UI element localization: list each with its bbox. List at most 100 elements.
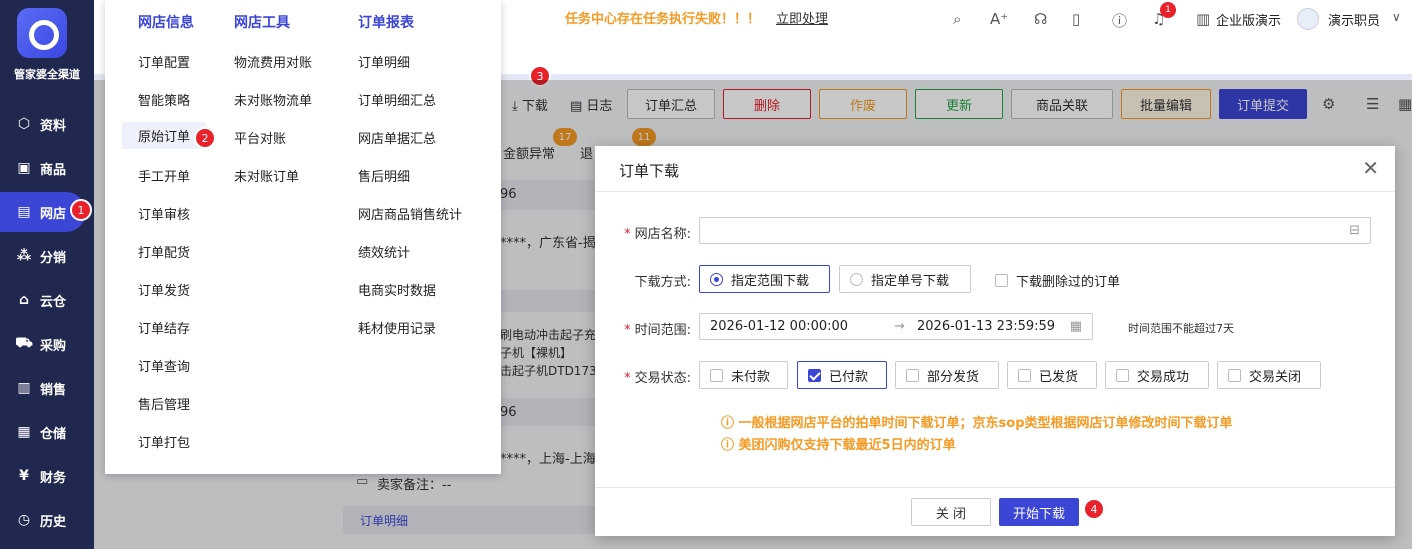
sidebar-item-data[interactable]: ⬡ 资料	[0, 104, 94, 144]
menu-item-order-detail[interactable]: 订单明细	[358, 52, 410, 71]
info-note-2: ⓘ 美团闪购仅支持下载最近5日内的订单	[721, 438, 956, 453]
shop-name-select[interactable]: ⊟	[699, 217, 1371, 244]
shop-name-label: * 网店名称:	[624, 227, 691, 242]
step-badge-2: 2	[194, 127, 216, 149]
menu-item-performance[interactable]: 绩效统计	[358, 242, 410, 261]
checkbox-box	[995, 274, 1008, 287]
radio-number-download[interactable]: 指定单号下载	[839, 265, 971, 293]
task-alert-text: 任务中心存在任务执行失败！！！	[565, 12, 761, 27]
menu-item-shop-doc-summary[interactable]: 网店单据汇总	[358, 128, 436, 147]
step-badge-4: 4	[1083, 498, 1105, 520]
divider	[595, 191, 1395, 192]
menu-item-order-query[interactable]: 订单查询	[138, 356, 190, 375]
menu-item-consumables[interactable]: 耗材使用记录	[358, 318, 436, 337]
sidebar-item-cloud-warehouse[interactable]: ⌂ 云仓	[0, 280, 94, 320]
sidebar-item-history[interactable]: ◷ 历史	[0, 500, 94, 540]
menu-item-smart-strategy[interactable]: 智能策略	[138, 90, 190, 109]
sidebar: 管家婆全渠道 ⬡ 资料 ▣ 商品 ▤ 网店 ⁂ 分销 ⌂ 云仓 ⛟ 采购 ▥ 销售 ▦ 仓储 ¥…	[0, 0, 94, 549]
menu-item-unreconciled-logistics[interactable]: 未对账物流单	[234, 90, 312, 109]
menu-item-order-detail-summary[interactable]: 订单明细汇总	[358, 90, 436, 109]
bar-chart-icon: ▥	[17, 380, 31, 396]
document-icon: ▤	[17, 204, 31, 220]
include-deleted-checkbox[interactable]: 下载删除过的订单	[995, 271, 1120, 290]
chevron-down-icon[interactable]: ∨	[1392, 10, 1401, 24]
search-icon[interactable]: ⌕	[953, 10, 961, 28]
menu-item-order-review[interactable]: 订单审核	[138, 204, 190, 223]
menu-item-shop-product-sales[interactable]: 网店商品销售统计	[358, 204, 462, 223]
clock-icon: ◷	[17, 512, 31, 528]
checkbox-box	[1018, 368, 1031, 382]
menu-item-manual-order[interactable]: 手工开单	[138, 166, 190, 185]
menu-item-after-sales-detail[interactable]: 售后明细	[358, 166, 410, 185]
status-closed-checkbox[interactable]: 交易关闭	[1217, 361, 1321, 389]
info-note-1: ⓘ 一般根据网店平台的拍单时间下载订单；京东sop类型根据网店订单修改时间下载订…	[721, 416, 1233, 431]
menu-item-order-shipping[interactable]: 订单发货	[138, 280, 190, 299]
menu-heading-shop-tools: 网店工具	[234, 15, 290, 31]
menu-item-print-picking[interactable]: 打单配货	[138, 242, 190, 261]
brand-name: 管家婆全渠道	[14, 68, 80, 81]
sidebar-item-products[interactable]: ▣ 商品	[0, 148, 94, 188]
menu-item-platform-reconcile[interactable]: 平台对账	[234, 128, 286, 147]
menu-heading-shop-info: 网店信息	[138, 15, 194, 31]
menu-item-unreconciled-orders[interactable]: 未对账订单	[234, 166, 299, 185]
user-name[interactable]: 演示职员	[1328, 10, 1380, 29]
sidebar-item-storage[interactable]: ▦ 仓储	[0, 412, 94, 452]
support-icon[interactable]: ☊	[1034, 10, 1047, 28]
finance-icon: ¥	[19, 468, 29, 484]
cart-icon: ⛟	[15, 335, 33, 351]
database-icon: ⊟	[1349, 223, 1360, 238]
building-icon: ▥	[1196, 10, 1211, 28]
ai-icon[interactable]: A⁺	[990, 10, 1008, 28]
menu-item-order-config[interactable]: 订单配置	[138, 52, 190, 71]
menu-item-logistics-reconcile[interactable]: 物流费用对账	[234, 52, 312, 71]
time-range-input[interactable]: 2026-01-12 00:00:00 → 2026-01-13 23:59:5…	[699, 313, 1093, 340]
menu-item-order-balance[interactable]: 订单结存	[138, 318, 190, 337]
radio-dot	[850, 272, 863, 286]
checkbox-box	[710, 368, 723, 382]
order-download-dialog: 订单下载 ✕ * 网店名称: ⊟ 下载方式: 指定范围下载 指定单号下载 下载删除…	[595, 146, 1395, 536]
close-icon[interactable]: ✕	[1362, 156, 1379, 180]
handle-now-link[interactable]: 立即处理	[776, 8, 828, 27]
calendar-icon: ▦	[1069, 319, 1082, 334]
trade-status-label: * 交易状态:	[624, 371, 691, 386]
shop-menu-popup: 网店信息 网店工具 订单报表 订单配置 智能策略 原始订单 手工开单 订单审核 …	[105, 0, 501, 474]
status-paid-checkbox[interactable]: 已付款	[797, 361, 887, 389]
info-icon: ⓘ	[721, 438, 739, 453]
checkbox-box	[1116, 368, 1129, 382]
info-icon: ⓘ	[721, 416, 739, 431]
network-icon: ⁂	[16, 248, 32, 264]
dialog-title: 订单下载	[619, 162, 680, 180]
checkbox-box	[1228, 368, 1241, 382]
step-badge-1: 1	[70, 199, 92, 221]
menu-item-after-sales[interactable]: 售后管理	[138, 394, 190, 413]
box-icon: ▣	[17, 160, 31, 176]
book-icon[interactable]: ▯	[1072, 10, 1080, 28]
close-button[interactable]: 关 闭	[911, 498, 991, 526]
sidebar-item-finance[interactable]: ¥ 财务	[0, 456, 94, 496]
status-shipped-checkbox[interactable]: 已发货	[1007, 361, 1097, 389]
status-success-checkbox[interactable]: 交易成功	[1105, 361, 1209, 389]
warehouse-icon: ▦	[17, 424, 31, 440]
app-logo	[17, 8, 67, 58]
sidebar-item-purchase[interactable]: ⛟ 采购	[0, 324, 94, 364]
help-icon[interactable]: ⓘ	[1112, 10, 1127, 31]
divider	[595, 487, 1395, 488]
status-unpaid-checkbox[interactable]: 未付款	[699, 361, 788, 389]
sidebar-item-sales[interactable]: ▥ 销售	[0, 368, 94, 408]
menu-item-order-packing[interactable]: 订单打包	[138, 432, 190, 451]
radio-range-download[interactable]: 指定范围下载	[699, 265, 830, 293]
time-range-hint: 时间范围不能超过7天	[1128, 322, 1234, 335]
time-range-label: * 时间范围:	[624, 323, 691, 338]
arrow-right-icon: →	[894, 319, 905, 334]
download-mode-label: 下载方式:	[634, 275, 691, 290]
checkbox-box	[808, 368, 821, 382]
menu-item-realtime-data[interactable]: 电商实时数据	[358, 280, 436, 299]
start-download-button[interactable]: 开始下载	[999, 498, 1079, 526]
sidebar-item-distribution[interactable]: ⁂ 分销	[0, 236, 94, 276]
status-partial-shipped-checkbox[interactable]: 部分发货	[895, 361, 999, 389]
avatar[interactable]	[1297, 8, 1319, 30]
cloud-home-icon: ⌂	[18, 292, 30, 308]
radio-dot	[710, 272, 723, 286]
company-name[interactable]: 企业版演示	[1216, 10, 1281, 29]
cube-icon: ⬡	[17, 116, 31, 132]
